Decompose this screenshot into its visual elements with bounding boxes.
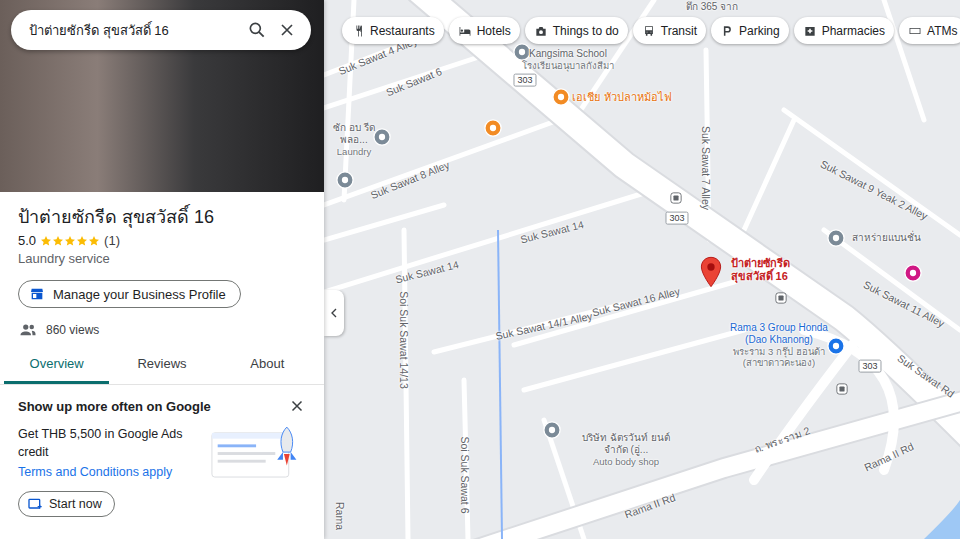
map-label-street[interactable]: Suk Sawat 7 Alley: [700, 126, 713, 210]
tab[interactable]: Overview: [4, 344, 109, 384]
category-chip[interactable]: Transit: [633, 17, 706, 44]
tab[interactable]: About: [215, 344, 320, 384]
category-chip[interactable]: Pharmacies: [794, 17, 894, 44]
category-icon: [458, 24, 472, 38]
category-chip[interactable]: Things to do: [525, 17, 628, 44]
views-count: 860 views: [46, 320, 99, 340]
category-icon: [908, 24, 922, 38]
place-info: ป้าต่ายซักรีด สุขสวัสดิ์ 16 5.0 (1)Laundry…: [0, 192, 324, 340]
selected-place-pin-icon[interactable]: [700, 256, 722, 288]
map-label-shield[interactable]: 303: [513, 74, 536, 87]
close-icon[interactable]: [288, 397, 306, 415]
ads-icon: [27, 496, 43, 512]
ads-rocket-icon: [210, 425, 306, 483]
place-name: ป้าต่ายซักรีด สุขสวัสดิ์ 16: [18, 204, 214, 230]
bus-stop-icon[interactable]: [670, 192, 682, 204]
terms-link[interactable]: Terms and Conditions apply: [18, 463, 202, 481]
map-label-place[interactable]: ตึก 365 จาก: [686, 1, 738, 13]
category-icon: [803, 24, 817, 38]
car-dealer-icon[interactable]: [827, 337, 845, 355]
map-label-street[interactable]: Suk Sawat 9 Yeak 2 Alley: [818, 157, 929, 222]
map-label-street[interactable]: Suk Sawat 8 Alley: [369, 158, 452, 201]
map-label-street[interactable]: Soi Suk Sawat 14/13: [398, 291, 411, 388]
restaurant-icon[interactable]: [484, 119, 502, 137]
shopping-icon[interactable]: [904, 264, 922, 282]
shop-icon[interactable]: [827, 229, 845, 247]
place-category[interactable]: Laundry service: [18, 250, 110, 268]
map-label-shield[interactable]: 303: [665, 212, 688, 225]
star-icon: [40, 235, 52, 247]
chevron-left-icon: [326, 305, 342, 321]
map-label-pin[interactable]: ป้าต่ายซักรีดสุขสวัสดิ์ 16: [731, 257, 790, 283]
rating-row[interactable]: 5.0 (1): [18, 232, 120, 250]
tab[interactable]: Reviews: [109, 344, 214, 384]
promo-title: Show up more often on Google: [18, 399, 211, 414]
ads-promo-card: Show up more often on Google Get THB 5,50…: [0, 385, 324, 529]
place-tabs: OverviewReviewsAbout: [0, 344, 324, 385]
map-label-street[interactable]: Suk Sawat 6: [384, 65, 443, 99]
category-chip[interactable]: Parking: [711, 17, 789, 44]
map-label-place[interactable]: สาหร่ายแบนชั่น: [852, 232, 921, 244]
map-label-food[interactable]: เอเชีย หัวปลาหม้อไฟ: [572, 91, 671, 104]
category-icon: [642, 24, 656, 38]
start-now-button[interactable]: Start now: [18, 491, 115, 517]
star-icon: [76, 235, 88, 247]
category-icon: [534, 24, 548, 38]
star-icon: [88, 235, 100, 247]
category-chip[interactable]: Restaurants: [342, 17, 444, 44]
category-chips: RestaurantsHotelsThings to doTransitPark…: [342, 17, 960, 44]
star-icon: [52, 235, 64, 247]
map-canvas[interactable]: Suk Sawat 4 AlleySuk Sawat 6ซัก อบ รีด พ…: [324, 0, 960, 539]
close-icon[interactable]: [277, 20, 297, 40]
collapse-panel-button[interactable]: [324, 290, 344, 336]
school-icon[interactable]: [513, 43, 531, 61]
map-label-shield[interactable]: 303: [858, 360, 881, 373]
people-icon: [18, 321, 38, 339]
search-box[interactable]: ป้าต่ายซักรีด สุขสวัสดิ์ 16: [11, 10, 311, 50]
search-icon[interactable]: [247, 20, 267, 40]
bus-stop-icon[interactable]: [775, 292, 787, 304]
category-icon: [720, 24, 734, 38]
map-label-place[interactable]: ซัก อบ รีด พลอ...Laundry: [325, 122, 383, 157]
storefront-icon: [29, 286, 45, 302]
views-row: 860 views: [18, 320, 99, 340]
star-rating: [40, 235, 100, 247]
map-label-street[interactable]: Rama: [334, 502, 347, 530]
place-icon[interactable]: [336, 171, 354, 189]
restaurant-icon[interactable]: [552, 88, 570, 106]
laundry-place-icon[interactable]: [373, 128, 391, 146]
category-chip[interactable]: Hotels: [449, 17, 520, 44]
review-count[interactable]: (1): [104, 232, 120, 250]
search-input[interactable]: ป้าต่ายซักรีด สุขสวัสดิ์ 16: [29, 20, 237, 41]
map-label-street[interactable]: Soi Suk Sawat 6: [459, 436, 472, 513]
place-photo[interactable]: ป้าต่ายซักรีด สุขสวัสดิ์ 16: [0, 0, 324, 192]
map-label-business[interactable]: Rama 3 Group Honda (Dao Khanong)พระราม 3…: [729, 322, 829, 369]
category-icon: [351, 24, 365, 38]
map-label-place[interactable]: Kangsima Schoolโรงเรียนอนุบาลกังสีมา: [522, 48, 614, 71]
start-now-label: Start now: [49, 497, 102, 511]
bus-stop-icon[interactable]: [836, 383, 848, 395]
manage-profile-label: Manage your Business Profile: [53, 287, 226, 302]
category-chip[interactable]: ATMs: [899, 17, 960, 44]
manage-profile-button[interactable]: Manage your Business Profile: [18, 280, 241, 308]
map-label-place[interactable]: บริษัท ฉัตรวันท์ ยนต์ จำกัด (อู่...Auto …: [571, 432, 681, 467]
place-panel: ป้าต่ายซักรีด สุขสวัสดิ์ 16ป้าต่ายซักรีด…: [0, 0, 324, 539]
rating-value: 5.0: [18, 232, 36, 250]
auto-shop-icon[interactable]: [543, 421, 561, 439]
maps-app: ป้าต่ายซักรีด สุขสวัสดิ์ 16ป้าต่ายซักรีด…: [0, 0, 960, 539]
star-icon: [64, 235, 76, 247]
promo-text: Get THB 5,500 in Google Ads credit: [18, 425, 202, 461]
